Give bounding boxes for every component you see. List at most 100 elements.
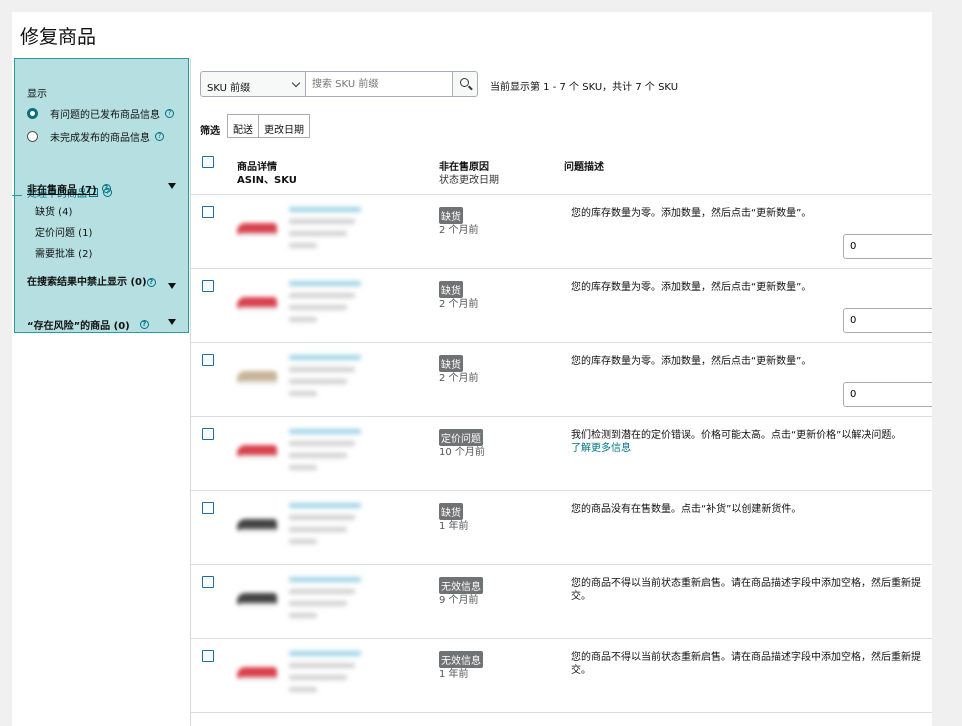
table-row: 缺货 1 年前 您的商品没有在售数量。点击“补货”以创建新货件。	[191, 491, 932, 565]
row-checkbox[interactable]	[202, 206, 214, 218]
table-row: 缺货 2 个月前 您的库存数量为零。添加数量，然后点击“更新数量”。	[191, 269, 932, 343]
filter-tab-change-date[interactable]: 更改日期	[259, 114, 310, 138]
filter-label: 筛选	[200, 126, 220, 137]
issue-description: 您的库存数量为零。添加数量，然后点击“更新数量”。	[571, 207, 926, 220]
shoe-sole	[239, 677, 277, 681]
shoe-sole	[239, 603, 277, 607]
issue-description: 我们检测到潜在的定价错误。价格可能太高。点击“更新价格”以解决问题。 了解更多信息	[571, 429, 926, 455]
redacted-product-info	[289, 503, 361, 551]
issue-description: 您的库存数量为零。添加数量，然后点击“更新数量”。	[571, 355, 926, 368]
search-type-value: SKU 前缀	[207, 83, 251, 94]
row-checkbox[interactable]	[202, 354, 214, 366]
filter-pricing-issue[interactable]: 定价问题 (1)	[35, 224, 92, 239]
row-checkbox[interactable]	[202, 502, 214, 514]
product-thumbnail[interactable]	[235, 657, 281, 685]
table-row: 无效信息 9 个月前 您的商品不得以当前状态重新启售。请在商品描述字段中添加空格，然…	[191, 565, 932, 639]
quantity-input[interactable]	[843, 382, 932, 407]
group-at-risk[interactable]: “存在风险”的商品 (0) ?	[27, 317, 149, 332]
redacted-product-info	[289, 577, 361, 625]
issue-description: 您的商品没有在售数量。点击“补货”以创建新货件。	[571, 503, 926, 516]
row-checkbox[interactable]	[202, 280, 214, 292]
issue-text: 您的商品不得以当前状态重新启售。请在商品描述字段中添加空格，然后重新提交。	[571, 652, 921, 676]
product-thumbnail[interactable]	[235, 213, 281, 241]
issue-text: 您的库存数量为零。添加数量，然后点击“更新数量”。	[571, 208, 812, 219]
status-change-time: 9 个月前	[439, 595, 479, 606]
radio-unselected-icon[interactable]	[27, 131, 38, 142]
sku-search-input[interactable]	[306, 71, 453, 97]
pointer-line	[12, 195, 22, 196]
search-type-select[interactable]: SKU 前缀	[200, 71, 306, 97]
chevron-down-icon	[291, 78, 301, 88]
product-thumbnail[interactable]	[235, 287, 281, 315]
status-change-time: 2 个月前	[439, 225, 479, 236]
sidebar-heading: 显示	[27, 89, 47, 100]
issue-text: 我们检测到潜在的定价错误。价格可能太高。点击“更新价格”以解决问题。	[571, 430, 902, 441]
filter-needs-approval[interactable]: 需要批准 (2)	[35, 245, 92, 260]
issue-text: 您的商品没有在售数量。点击“补货”以创建新货件。	[571, 504, 802, 515]
table-row: 缺货 2 个月前 您的库存数量为零。添加数量，然后点击“更新数量”。	[191, 195, 932, 269]
redacted-product-info	[289, 651, 361, 699]
issue-text: 您的商品不得以当前状态重新启售。请在商品描述字段中添加空格，然后重新提交。	[571, 578, 921, 602]
status-change-time: 10 个月前	[439, 447, 485, 458]
table-row: 定价问题 10 个月前 我们检测到潜在的定价错误。价格可能太高。点击“更新价格”以解…	[191, 417, 932, 491]
header-reason-sub: 状态更改日期	[439, 175, 499, 186]
status-change-time: 1 年前	[439, 521, 469, 532]
shoe-sole	[239, 455, 277, 459]
filter-sidebar: 显示 有问题的已发布商品信息 ? 未完成发布的商品信息 ? 处理中的商品 ? 非…	[14, 58, 189, 333]
quantity-input[interactable]	[843, 234, 932, 259]
issue-text: 您的库存数量为零。添加数量，然后点击“更新数量”。	[571, 282, 812, 293]
header-issue: 问题描述	[564, 162, 604, 173]
quantity-input[interactable]	[843, 308, 932, 333]
status-change-time: 2 个月前	[439, 373, 479, 384]
group-unsellable[interactable]: 非在售商品 (7) ?	[27, 181, 177, 196]
help-icon[interactable]: ?	[146, 277, 156, 287]
page-title: 修复商品	[20, 26, 97, 48]
issue-text: 您的库存数量为零。添加数量，然后点击“更新数量”。	[571, 356, 812, 367]
group-suppressed[interactable]: 在搜索结果中禁止显示 (0) ?	[27, 273, 167, 288]
row-checkbox[interactable]	[202, 576, 214, 588]
repair-products-page: 修复商品 显示 有问题的已发布商品信息 ? 未完成发布的商品信息 ? 处理中的商…	[12, 12, 932, 726]
expand-caret-icon[interactable]	[168, 319, 176, 325]
group-suppressed-label[interactable]: 在搜索结果中禁止显示 (0)	[27, 273, 147, 288]
select-all-checkbox[interactable]	[202, 156, 214, 168]
group-at-risk-label[interactable]: “存在风险”的商品 (0)	[27, 317, 130, 332]
collapse-caret-icon[interactable]	[168, 183, 176, 189]
redacted-product-info	[289, 355, 361, 403]
learn-more-link[interactable]: 了解更多信息	[571, 442, 926, 455]
expand-caret-icon[interactable]	[168, 283, 176, 289]
issue-description: 您的库存数量为零。添加数量，然后点击“更新数量”。	[571, 281, 926, 294]
product-thumbnail[interactable]	[235, 361, 281, 389]
redacted-product-info	[289, 207, 361, 255]
filter-tab-fulfillment[interactable]: 配送	[227, 114, 259, 138]
group-unsellable-label[interactable]: 非在售商品 (7)	[27, 181, 97, 196]
result-count: 当前显示第 1 - 7 个 SKU，共计 7 个 SKU	[490, 82, 679, 93]
shoe-sole	[239, 233, 277, 237]
row-checkbox[interactable]	[202, 428, 214, 440]
row-checkbox[interactable]	[202, 650, 214, 662]
product-thumbnail[interactable]	[235, 435, 281, 463]
radio-incomplete-listings[interactable]: 未完成发布的商品信息 ?	[27, 129, 164, 144]
issue-description: 您的商品不得以当前状态重新启售。请在商品描述字段中添加空格，然后重新提交。	[571, 651, 926, 677]
radio-active-listings[interactable]: 有问题的已发布商品信息 ?	[27, 106, 174, 121]
table-row: 缺货 2 个月前 您的库存数量为零。添加数量，然后点击“更新数量”。	[191, 343, 932, 417]
table-row: 无效信息 1 年前 您的商品不得以当前状态重新启售。请在商品描述字段中添加空格，然后…	[191, 639, 932, 713]
radio-label: 未完成发布的商品信息	[50, 133, 150, 144]
radio-label: 有问题的已发布商品信息	[50, 110, 160, 121]
radio-selected-icon[interactable]	[27, 108, 38, 119]
filter-out-of-stock[interactable]: 缺货 (4)	[35, 203, 72, 218]
product-thumbnail[interactable]	[235, 509, 281, 537]
redacted-product-info	[289, 429, 361, 477]
help-icon[interactable]: ?	[155, 132, 164, 141]
shoe-sole	[239, 307, 277, 311]
search-icon	[460, 78, 469, 87]
shoe-sole	[239, 381, 277, 385]
shoe-sole	[239, 529, 277, 533]
help-icon[interactable]: ?	[139, 320, 149, 329]
product-thumbnail[interactable]	[235, 583, 281, 611]
header-details-sub: ASIN、SKU	[237, 175, 297, 186]
help-icon[interactable]: ?	[165, 109, 174, 118]
help-icon[interactable]: ?	[101, 184, 111, 193]
status-change-time: 1 年前	[439, 669, 469, 680]
search-button[interactable]	[452, 71, 478, 97]
redacted-product-info	[289, 281, 361, 329]
